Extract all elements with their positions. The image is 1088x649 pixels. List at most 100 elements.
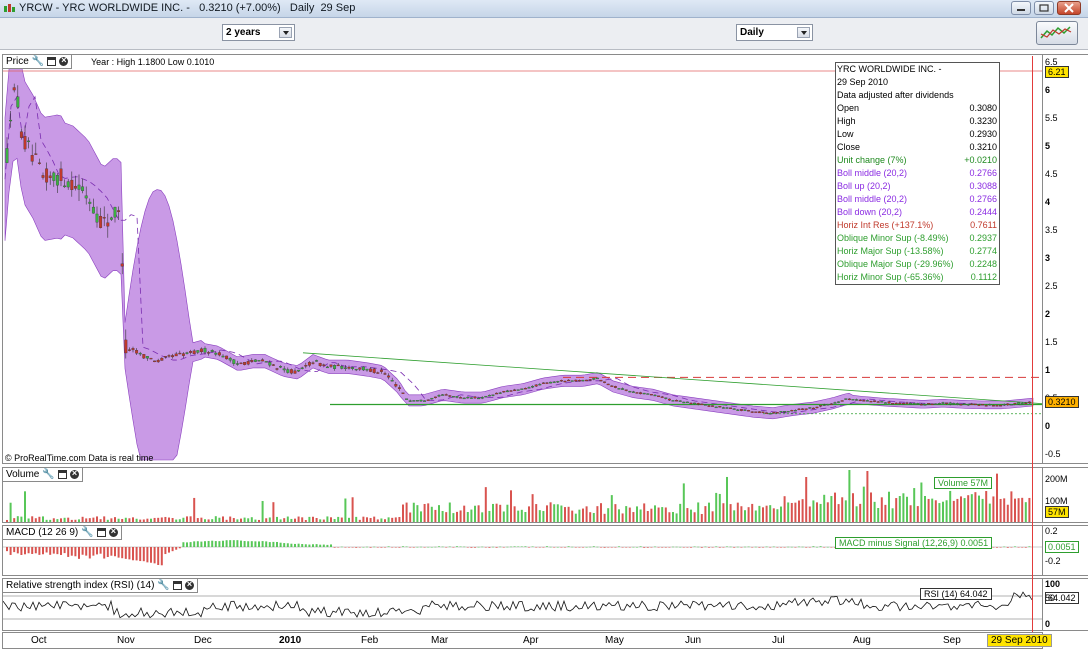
macd-panel[interactable]: MACD (12 26 9) 🔧 MACD minus Signal (12,2…: [2, 525, 1043, 576]
volume-bar: [643, 503, 646, 522]
candle-body: [750, 411, 754, 413]
price-axis: 6.565.554.543.532.521.510.50-0.56.210.32…: [1043, 54, 1088, 464]
candle-body: [358, 367, 362, 370]
candle-body: [876, 401, 880, 403]
info-value: 0.3210: [969, 142, 997, 152]
price-panel[interactable]: Price 🔧 Year : High 1.1800 Low 0.1010 © …: [2, 54, 1043, 464]
month-label: Aug: [853, 635, 871, 646]
candle-body: [754, 411, 758, 413]
volume-bar: [297, 516, 300, 522]
macd-bar: [1010, 547, 1013, 548]
volume-bar: [268, 517, 271, 522]
volume-panel[interactable]: Volume 🔧 Volume 57M: [2, 467, 1043, 523]
candle-body: [685, 401, 689, 404]
info-value: 0.2774: [969, 246, 997, 256]
volume-bar: [736, 502, 739, 522]
macd-bar: [186, 542, 188, 547]
wrench-icon[interactable]: 🔧: [42, 469, 54, 480]
candle-body: [1009, 403, 1013, 406]
candle-body: [297, 369, 301, 372]
rsi-panel[interactable]: Relative strength index (RSI) (14) 🔧 RSI…: [2, 578, 1043, 631]
candle-body: [289, 369, 293, 374]
chart-settings-button[interactable]: [1036, 21, 1078, 45]
volume-bar: [45, 519, 48, 522]
candle-body: [228, 357, 232, 361]
volume-bar: [189, 516, 192, 522]
candle-body: [919, 404, 923, 406]
macd-bar: [441, 546, 444, 548]
macd-bar: [434, 546, 437, 548]
minimize-button[interactable]: [1011, 1, 1031, 15]
volume-bar: [916, 506, 919, 522]
window-icon[interactable]: [47, 57, 57, 66]
macd-bar: [139, 547, 142, 562]
volume-chart-area[interactable]: [3, 468, 1043, 523]
macd-bar: [996, 547, 998, 548]
macd-bar: [513, 546, 516, 547]
candle-body: [826, 404, 830, 406]
info-value: 0.2248: [969, 259, 997, 269]
macd-bar: [27, 547, 30, 554]
window-icon[interactable]: [57, 470, 67, 479]
volume-bar: [632, 512, 635, 522]
period-select[interactable]: 2 years: [222, 24, 295, 41]
candle-body: [167, 355, 171, 357]
macd-bar: [189, 542, 192, 547]
wrench-icon[interactable]: 🔧: [157, 580, 169, 591]
volume-bar: [920, 482, 923, 522]
macd-bar: [387, 546, 390, 547]
candle-body: [761, 411, 765, 413]
volume-bar: [31, 516, 34, 522]
window-icon[interactable]: [172, 581, 182, 590]
close-panel-icon[interactable]: [59, 55, 69, 66]
axis-tick-label: 1: [1045, 365, 1051, 375]
candle-body: [628, 390, 632, 393]
candle-body: [574, 379, 578, 382]
interval-select[interactable]: Daily: [736, 24, 813, 41]
volume-bar: [740, 506, 743, 522]
volume-bar: [985, 491, 988, 522]
volume-bar: [733, 510, 736, 522]
macd-bar: [1014, 546, 1016, 547]
candle-body: [221, 355, 225, 358]
info-label: Oblique Major Sup (-29.96%): [837, 259, 954, 269]
macd-bar: [470, 547, 473, 548]
close-panel-icon[interactable]: [108, 526, 118, 537]
macd-bar: [477, 546, 480, 548]
candle-body: [621, 388, 625, 390]
volume-bar: [1006, 504, 1009, 522]
volume-bar: [272, 502, 275, 522]
macd-bar: [409, 547, 412, 548]
macd-bar: [790, 546, 793, 548]
close-panel-icon[interactable]: [69, 468, 79, 479]
volume-bar: [49, 519, 52, 522]
volume-bar: [448, 502, 451, 522]
macd-chart-area[interactable]: [3, 526, 1043, 576]
volume-bar: [405, 502, 408, 522]
window-icon[interactable]: [96, 528, 106, 537]
macd-bar: [13, 547, 16, 553]
axis-tick-label: 4: [1045, 197, 1051, 207]
volume-bar: [524, 512, 527, 522]
chevron-down-icon[interactable]: [797, 27, 810, 38]
chevron-down-icon[interactable]: [279, 27, 292, 38]
maximize-button[interactable]: [1034, 1, 1054, 15]
volume-bar: [387, 517, 390, 522]
candle-body: [459, 397, 463, 399]
macd-bar: [535, 547, 538, 548]
candle-body: [59, 168, 63, 181]
volume-bar: [196, 518, 199, 522]
close-button[interactable]: [1057, 1, 1081, 15]
close-panel-icon[interactable]: [184, 579, 194, 590]
candle-body: [779, 411, 783, 413]
macd-bar: [816, 546, 818, 548]
volume-bar: [654, 505, 656, 522]
macd-bar: [1006, 547, 1009, 548]
volume-bar: [600, 503, 602, 522]
volume-bar: [1028, 497, 1031, 522]
wrench-icon[interactable]: 🔧: [81, 527, 93, 538]
candle-body: [534, 384, 538, 387]
volume-bar: [927, 498, 930, 522]
wrench-icon[interactable]: 🔧: [32, 56, 44, 67]
volume-bar: [934, 500, 937, 522]
